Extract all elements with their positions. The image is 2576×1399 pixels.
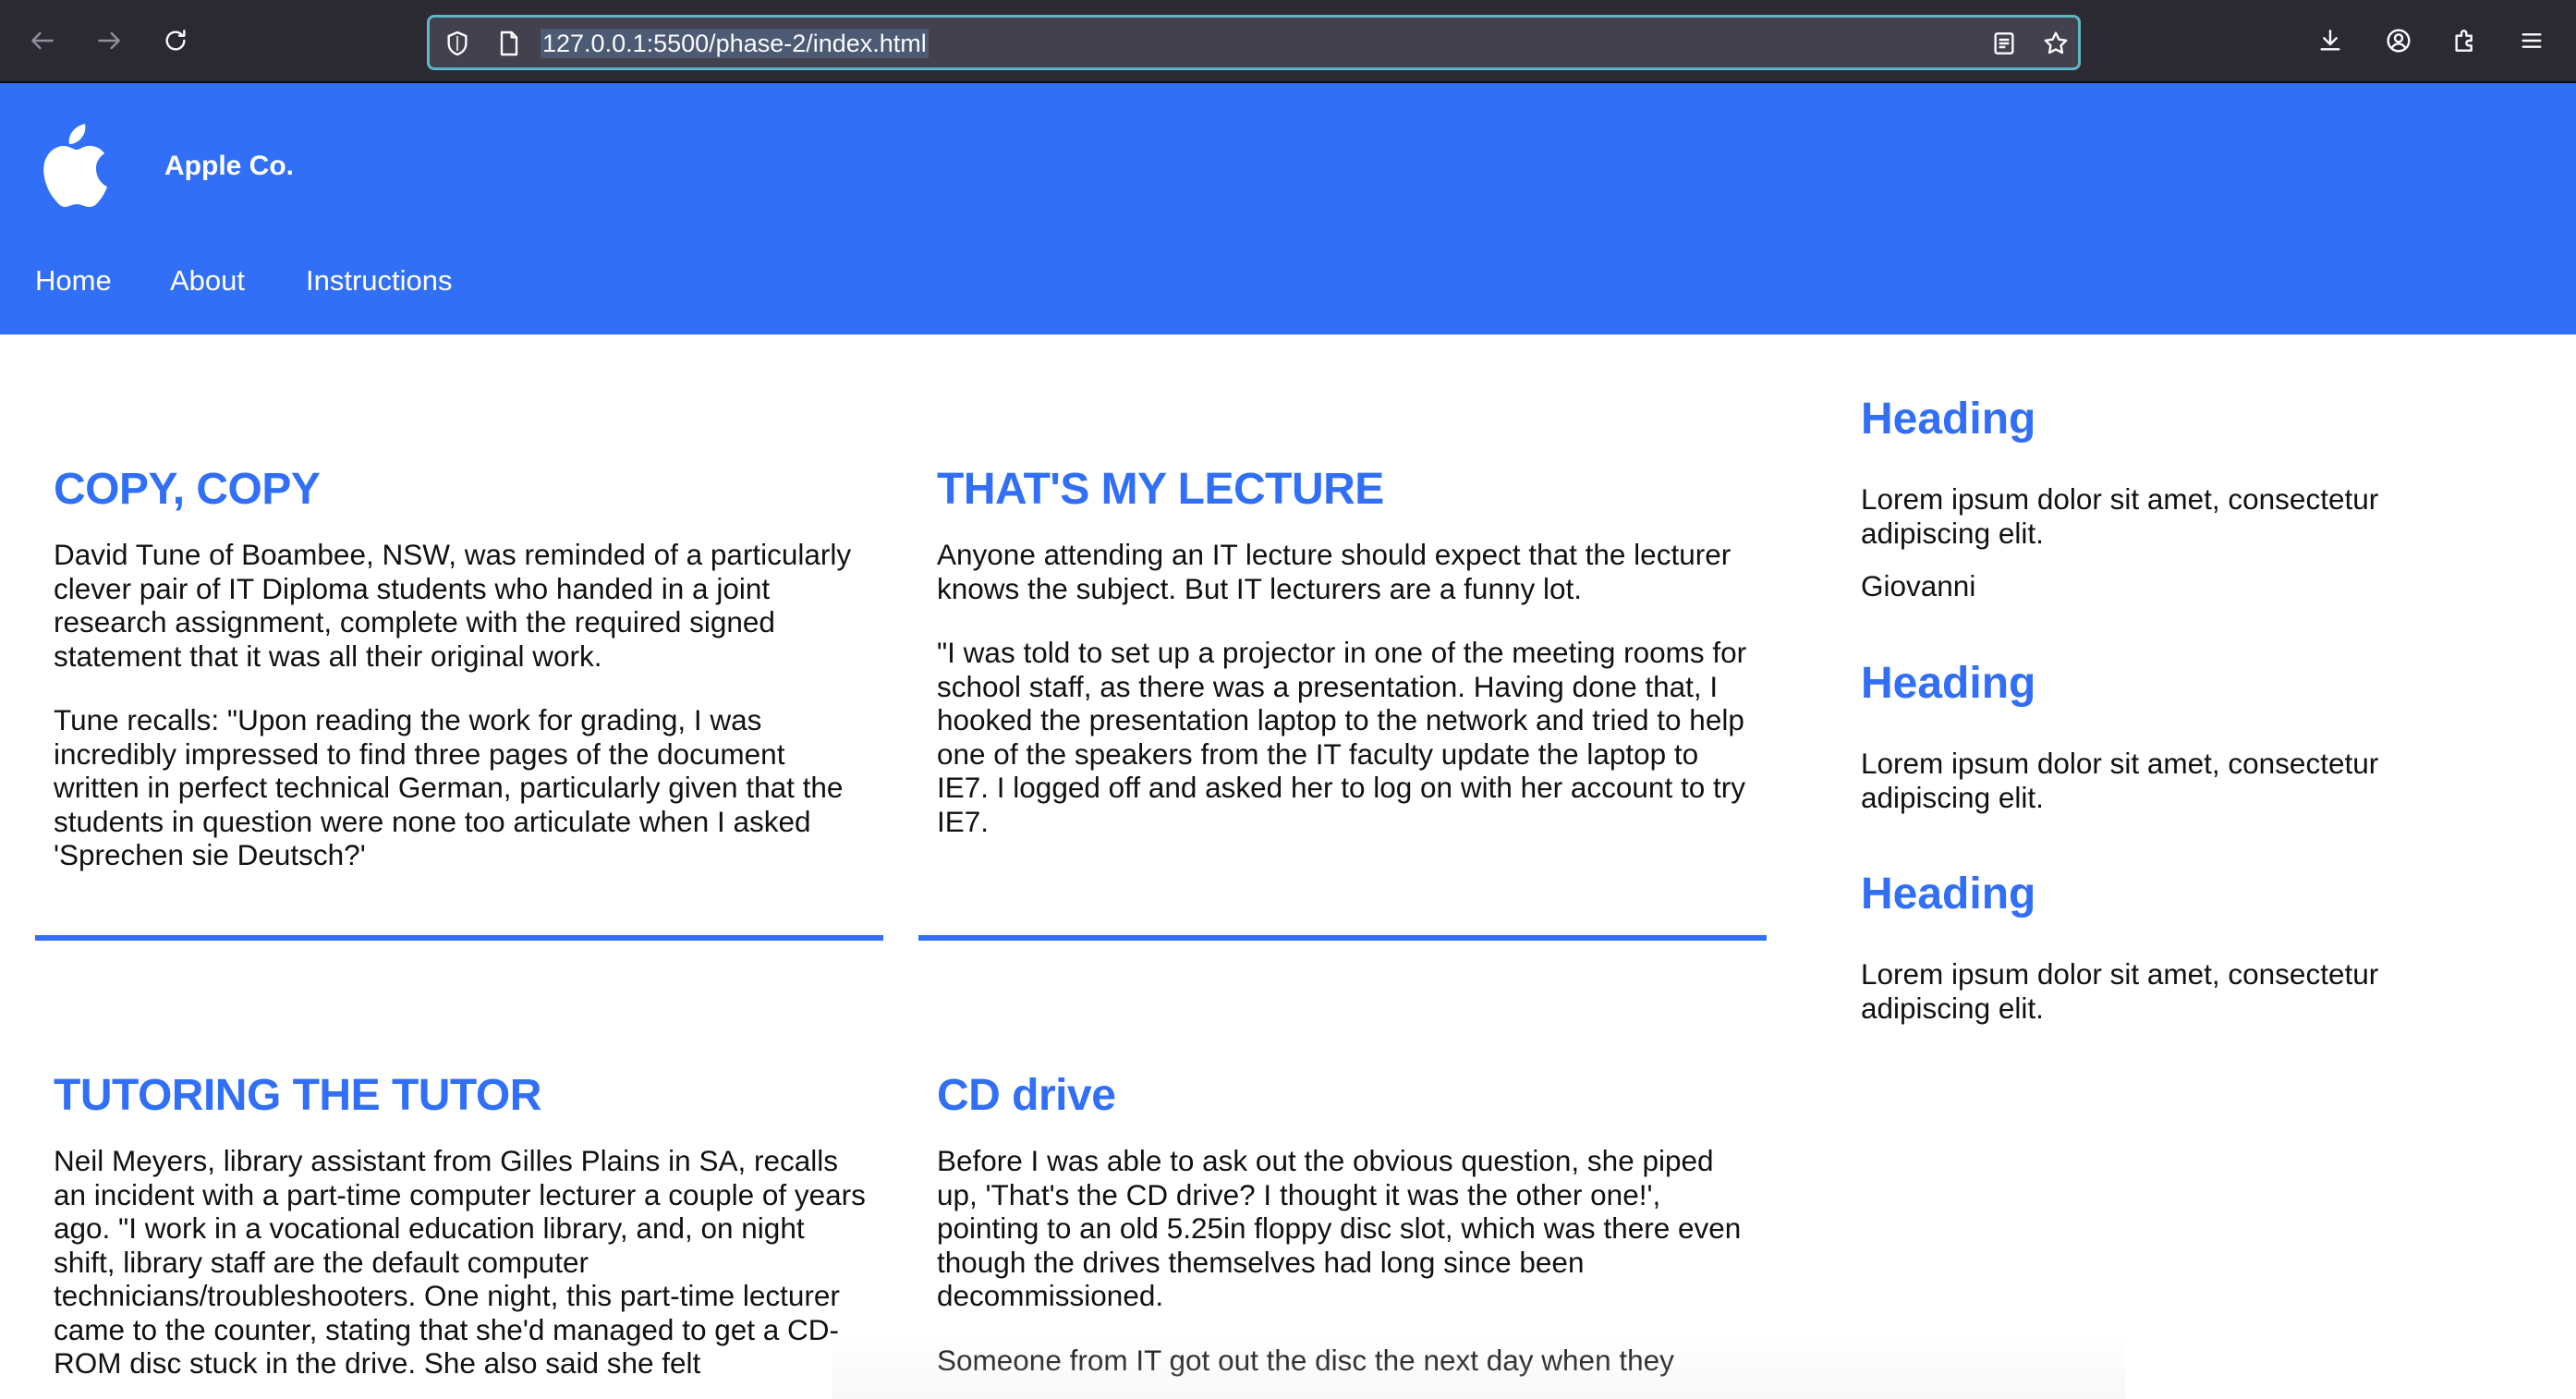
article-title: TUTORING THE TUTOR	[54, 1071, 541, 1120]
forward-button[interactable]	[89, 22, 129, 63]
nav-home[interactable]: Home	[35, 262, 112, 299]
article-card: CD drive Before I was able to ask out th…	[937, 1070, 1750, 1377]
nav-instructions[interactable]: Instructions	[306, 262, 453, 299]
downloads-button[interactable]	[2310, 22, 2351, 63]
article-title: CD drive	[937, 1071, 1116, 1120]
nav-about[interactable]: About	[170, 262, 245, 299]
menu-button[interactable]	[2511, 22, 2552, 63]
reload-button[interactable]	[155, 22, 196, 63]
sidebar-heading: Heading	[1861, 870, 2036, 918]
account-button[interactable]	[2378, 22, 2419, 63]
article-paragraph: Anyone attending an IT lecture should ex…	[937, 538, 1732, 605]
url-text[interactable]: 127.0.0.1:5500/phase-2/index.html	[541, 29, 929, 58]
account-icon	[2384, 26, 2413, 60]
reload-icon	[161, 26, 190, 60]
sidebar-text: Lorem ipsum dolor sit amet, consectetur …	[1861, 482, 2379, 550]
extensions-button[interactable]	[2445, 22, 2485, 63]
sidebar-heading: Heading	[1861, 395, 2036, 444]
article-divider	[918, 935, 1767, 941]
sidebar-name: Giovanni	[1861, 569, 1976, 602]
bookmark-star-icon[interactable]	[2041, 29, 2071, 58]
article-paragraph: Someone from IT got out the disc the nex…	[937, 1343, 1674, 1377]
article-card: TUTORING THE TUTOR Neil Meyers, library …	[54, 1070, 867, 1381]
arrow-right-icon	[94, 26, 124, 60]
apple-logo-icon[interactable]	[35, 120, 109, 211]
sidebar-heading: Heading	[1861, 659, 2036, 708]
page-icon[interactable]	[494, 29, 524, 58]
puzzle-icon	[2450, 26, 2480, 60]
browser-toolbar: 127.0.0.1:5500/phase-2/index.html	[0, 0, 2576, 83]
article-paragraph: David Tune of Boambee, NSW, was reminded…	[54, 538, 852, 673]
article-card: COPY, COPY David Tune of Boambee, NSW, w…	[54, 464, 867, 872]
article-card: THAT'S MY LECTURE Anyone attending an IT…	[937, 464, 1750, 838]
hamburger-menu-icon	[2517, 26, 2546, 60]
article-paragraph: Before I was able to ask out the obvious…	[937, 1144, 1742, 1312]
article-title: THAT'S MY LECTURE	[937, 465, 1384, 514]
download-icon	[2315, 26, 2345, 60]
site-header: Apple Co. Home About Instructions	[0, 83, 2576, 335]
article-paragraph: "I was told to set up a projector in one…	[937, 636, 1747, 838]
sidebar-text: Lorem ipsum dolor sit amet, consectetur …	[1861, 747, 2379, 814]
article-title: COPY, COPY	[54, 465, 321, 514]
brand-name[interactable]: Apple Co.	[164, 150, 294, 183]
article-paragraph: Neil Meyers, library assistant from Gill…	[54, 1144, 866, 1380]
reader-view-icon[interactable]	[1989, 29, 2019, 58]
back-button[interactable]	[22, 22, 63, 63]
article-divider	[35, 935, 883, 941]
address-bar[interactable]: 127.0.0.1:5500/phase-2/index.html	[427, 15, 2081, 70]
arrow-left-icon	[28, 26, 57, 60]
article-paragraph: Tune recalls: "Upon reading the work for…	[54, 703, 844, 871]
shield-icon[interactable]	[443, 29, 472, 58]
sidebar-text: Lorem ipsum dolor sit amet, consectetur …	[1861, 957, 2379, 1025]
